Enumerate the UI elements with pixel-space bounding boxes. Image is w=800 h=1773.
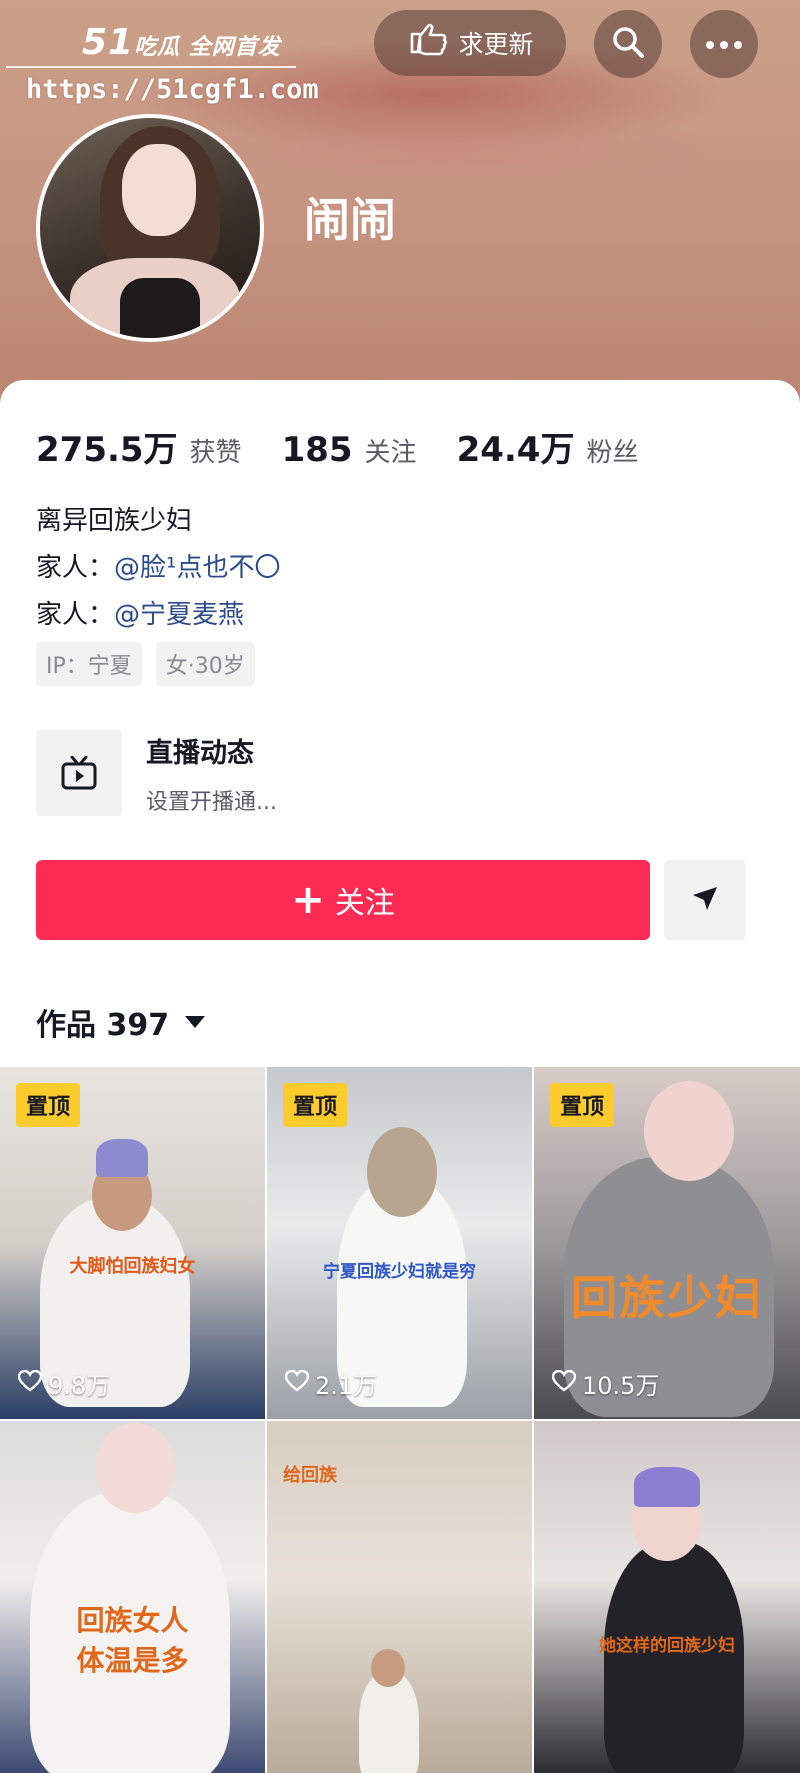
- send-arrow-icon: [690, 883, 720, 917]
- video-caption: 宁夏回族少妇就是穷: [323, 1262, 476, 1282]
- works-tab[interactable]: 作品 397: [36, 1000, 206, 1044]
- video-caption: 大脚怕回族妇女: [69, 1256, 196, 1277]
- heart-icon: [17, 1369, 43, 1398]
- person-head: [367, 1127, 437, 1217]
- video-caption: 给回族: [283, 1465, 337, 1486]
- video-tile[interactable]: 回族少妇 置顶 10.5万: [534, 1067, 800, 1419]
- watermark-brand-number: 51: [82, 22, 135, 63]
- profile-banner: 51吃瓜 全网首发 https://51cgf1.com 求更新 闹闹: [0, 0, 800, 420]
- likes-count: 9.8万: [48, 1372, 111, 1400]
- video-caption: 回族女人 体温是多: [76, 1604, 189, 1677]
- avatar-top: [120, 278, 200, 338]
- live-updates-entry[interactable]: 直播动态 设置开播通...: [36, 730, 277, 816]
- pinned-badge: 置顶: [283, 1083, 348, 1127]
- avatar[interactable]: [36, 114, 264, 342]
- likes-count: 10.5万: [582, 1372, 660, 1400]
- live-subtitle: 设置开播通...: [146, 789, 277, 815]
- live-text: 直播动态 设置开播通...: [146, 731, 277, 816]
- ip-location-tag: IP：宁夏: [36, 642, 142, 686]
- person-cap: [96, 1139, 148, 1177]
- search-button[interactable]: [594, 10, 662, 78]
- watermark-url: https://51cgf1.com: [26, 74, 319, 105]
- video-likes: 10.5万: [551, 1366, 660, 1401]
- avatar-face: [122, 144, 196, 236]
- bio-prefix: 家人：: [36, 600, 115, 630]
- following-label[interactable]: 关注: [365, 432, 417, 469]
- search-icon: [610, 24, 646, 64]
- mention-link[interactable]: @脸¹点也不〇: [114, 553, 280, 583]
- bio-line: 离异回族少妇: [36, 506, 193, 536]
- watermark-brand: 51吃瓜 全网首发: [82, 22, 281, 63]
- live-title: 直播动态: [146, 737, 254, 769]
- plus-icon: +: [291, 877, 325, 923]
- video-tile[interactable]: 给回族: [267, 1421, 532, 1773]
- person-cap: [634, 1467, 700, 1507]
- person-head: [644, 1081, 734, 1181]
- works-label: 作品 397: [36, 1008, 170, 1043]
- pointing-hand-icon: [406, 20, 448, 66]
- more-dots-icon: [705, 35, 743, 54]
- username: 闹闹: [304, 193, 396, 247]
- video-caption: 回族少妇: [571, 1271, 763, 1325]
- watermark-divider: [6, 66, 296, 68]
- followers-label[interactable]: 粉丝: [586, 432, 638, 469]
- person-figure: [604, 1541, 744, 1773]
- video-grid: 大脚怕回族妇女 置顶 9.8万 宁夏回族少妇就是穷 置顶 2.1万 回族少妇 置…: [0, 1067, 800, 1773]
- video-tile[interactable]: 回族女人 体温是多: [0, 1421, 265, 1773]
- person-head: [371, 1649, 405, 1687]
- pinned-badge: 置顶: [16, 1083, 81, 1127]
- follow-label: 关注: [334, 886, 395, 921]
- pinned-badge: 置顶: [550, 1083, 615, 1127]
- video-caption: 她这样的回族少妇: [599, 1636, 735, 1656]
- more-options-button[interactable]: [690, 10, 758, 78]
- person-head: [95, 1423, 175, 1513]
- followers-count[interactable]: 24.4万: [457, 422, 575, 471]
- profile-tags: IP：宁夏 女·30岁: [36, 642, 255, 686]
- likes-label: 获赞: [189, 438, 242, 468]
- video-tile[interactable]: 她这样的回族少妇: [534, 1421, 800, 1773]
- tv-icon: [36, 730, 122, 816]
- video-tile[interactable]: 宁夏回族少妇就是穷 置顶 2.1万: [267, 1067, 532, 1419]
- video-likes: 9.8万: [17, 1366, 111, 1401]
- stats-row: 275.5万 获赞 185 关注 24.4万 粉丝: [36, 422, 678, 471]
- watermark-brand-text: 吃瓜 全网首发: [134, 35, 281, 60]
- bio-line: 家人：@宁夏麦燕: [36, 592, 280, 639]
- request-update-button[interactable]: 求更新: [374, 10, 566, 76]
- heart-icon: [284, 1369, 310, 1398]
- video-tile[interactable]: 大脚怕回族妇女 置顶 9.8万: [0, 1067, 265, 1419]
- follow-button[interactable]: + 关注: [36, 860, 650, 940]
- likes-count: 275.5万: [36, 430, 178, 470]
- heart-icon: [551, 1369, 577, 1398]
- request-update-label: 求更新: [458, 30, 534, 59]
- caret-down-icon: [185, 1016, 206, 1028]
- video-likes: 2.1万: [284, 1366, 378, 1401]
- likes-count: 2.1万: [315, 1372, 378, 1400]
- gender-age-tag: 女·30岁: [155, 642, 255, 686]
- mention-link[interactable]: @宁夏麦燕: [114, 600, 244, 630]
- following-count[interactable]: 185: [282, 430, 353, 470]
- share-button[interactable]: [664, 860, 746, 940]
- bio-prefix: 家人：: [36, 553, 115, 583]
- bio: 离异回族少妇 家人：@脸¹点也不〇 家人：@宁夏麦燕: [36, 498, 280, 639]
- bio-line: 家人：@脸¹点也不〇: [36, 545, 280, 592]
